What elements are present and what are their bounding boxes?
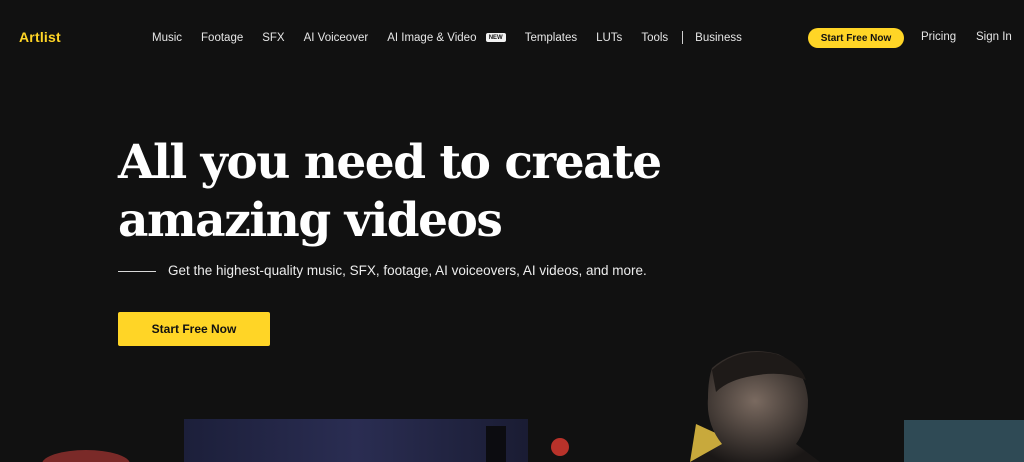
sign-in-link[interactable]: Sign In	[976, 31, 1012, 43]
nav-link-luts[interactable]: LUTs	[596, 32, 622, 44]
nav-link-tools[interactable]: Tools	[641, 32, 668, 44]
panel-figure	[486, 426, 506, 462]
nav-link-ai-voiceover[interactable]: AI Voiceover	[304, 32, 369, 44]
hero-media-image	[42, 351, 1024, 462]
new-badge: NEW	[485, 33, 506, 42]
nav-link-templates[interactable]: Templates	[525, 32, 577, 44]
nav-link-footage[interactable]: Footage	[201, 32, 243, 44]
hero-title-line-1: All you need to create	[118, 135, 662, 190]
nav-links: Music Footage SFX AI Voiceover AI Image …	[152, 31, 761, 44]
nav-link-business[interactable]: Business	[695, 32, 742, 44]
hero-title-line-2: amazing videos	[118, 193, 503, 248]
subtitle-divider-line	[118, 271, 156, 272]
right-thumbnail-panel	[904, 420, 1024, 462]
video-thumbnail-panel	[184, 419, 528, 462]
nav-link-sfx[interactable]: SFX	[262, 32, 284, 44]
hero-subtitle: Get the highest-quality music, SFX, foot…	[168, 263, 647, 278]
nav-link-ai-image-video-label: AI Image & Video	[387, 31, 477, 44]
left-thumbnail-blob	[42, 450, 130, 462]
small-figure-thumbnail	[551, 438, 569, 456]
nav-link-music[interactable]: Music	[152, 32, 182, 44]
artlist-logo[interactable]: Artlist	[19, 29, 61, 45]
nav-divider	[682, 31, 684, 44]
hero-media-collage	[0, 340, 1024, 462]
nav-link-ai-image-video[interactable]: AI Image & Video NEW	[387, 32, 506, 44]
pricing-link[interactable]: Pricing	[921, 31, 956, 43]
hero-title: All you need to create amazing videos	[118, 134, 738, 250]
nav-start-free-button[interactable]: Start Free Now	[808, 28, 904, 48]
top-navigation: Artlist Music Footage SFX AI Voiceover A…	[0, 0, 1024, 76]
